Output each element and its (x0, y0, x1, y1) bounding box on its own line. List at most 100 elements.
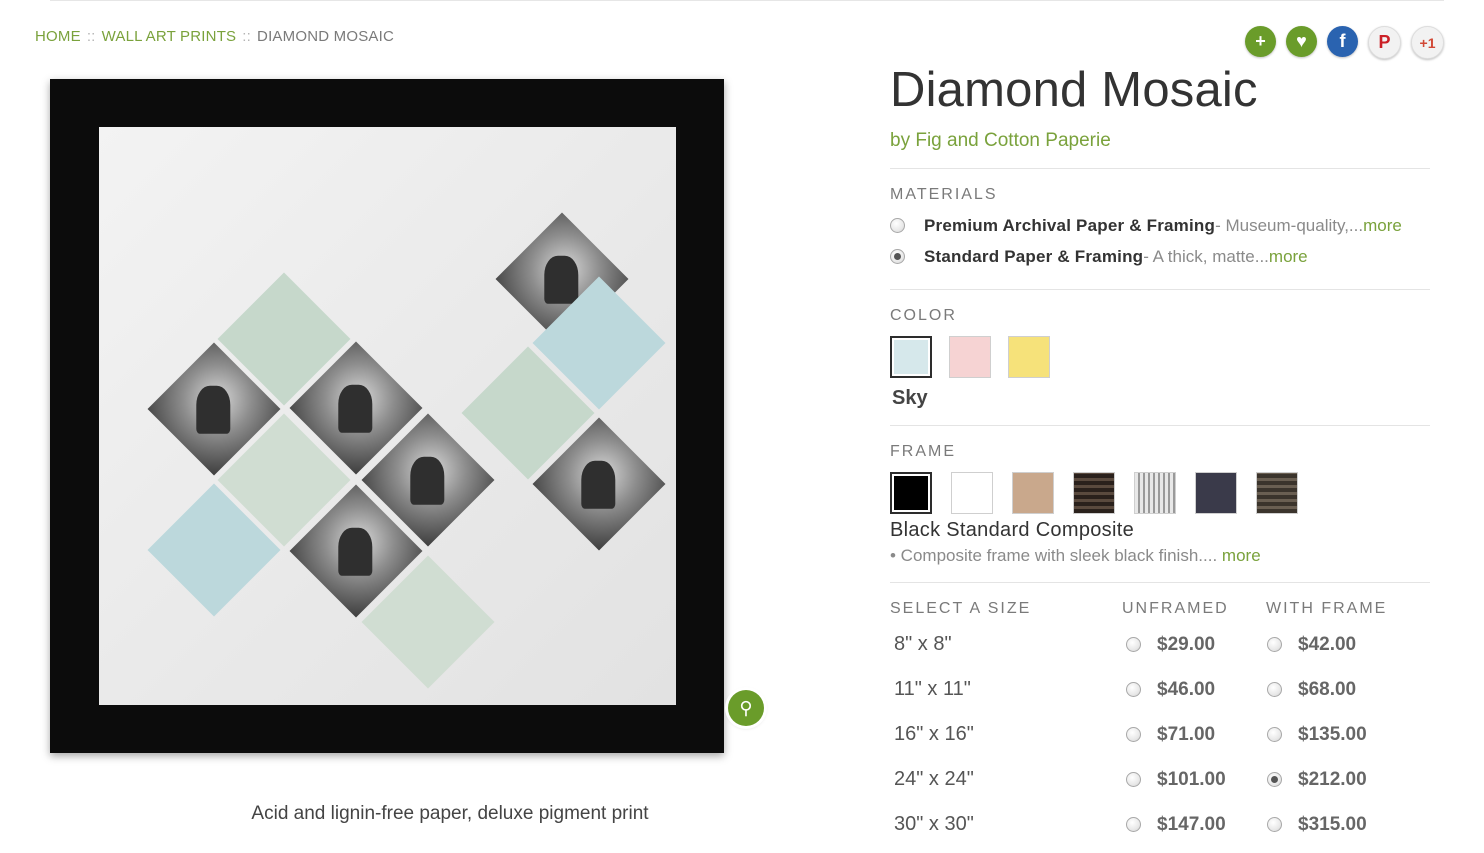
framed-radio[interactable] (1267, 772, 1282, 787)
framed-radio[interactable] (1267, 637, 1282, 652)
heart-icon[interactable]: ♥ (1286, 26, 1317, 57)
frame-swatch-white[interactable] (951, 472, 993, 514)
table-row: 11" x 11" $46.00 $68.00 (890, 667, 1430, 712)
add-icon[interactable]: + (1245, 26, 1276, 57)
facebook-icon[interactable]: f (1327, 26, 1358, 57)
selected-color-name: Sky (892, 387, 928, 409)
framed-price: $42.00 (1298, 633, 1357, 655)
product-artwork (99, 127, 676, 705)
framed-option[interactable]: $315.00 (1263, 814, 1404, 836)
framed-option[interactable]: $68.00 (1263, 679, 1404, 701)
divider (890, 168, 1430, 169)
unframed-column-header: UNFRAMED (1122, 600, 1229, 617)
unframed-radio[interactable] (1126, 727, 1141, 742)
size-label: 30" x 30" (894, 813, 974, 835)
unframed-option[interactable]: $147.00 (1122, 814, 1263, 836)
material-desc: - Museum-quality,... (1215, 215, 1364, 235)
color-swatch-lemon[interactable] (1008, 336, 1050, 378)
frame-swatches (890, 472, 1430, 514)
unframed-price: $71.00 (1157, 723, 1216, 745)
frame-swatch-whitewash[interactable] (1134, 472, 1176, 514)
frame-swatch-black[interactable] (890, 472, 932, 514)
share-bar: + ♥ f P +1 (1245, 26, 1444, 59)
breadcrumb-wall-art-prints[interactable]: WALL ART PRINTS (102, 28, 237, 45)
table-row: 16" x 16" $71.00 $135.00 (890, 712, 1430, 757)
selected-frame-name: Black Standard Composite (890, 519, 1134, 541)
artist-link[interactable]: Fig and Cotton Paperie (915, 130, 1110, 151)
framed-option[interactable]: $42.00 (1263, 634, 1404, 656)
framed-radio[interactable] (1267, 682, 1282, 697)
frame-swatch-driftwood[interactable] (1256, 472, 1298, 514)
frame-desc-text: • Composite frame with sleek black finis… (890, 546, 1218, 565)
unframed-price: $147.00 (1157, 813, 1226, 835)
unframed-price: $101.00 (1157, 768, 1226, 790)
unframed-price: $29.00 (1157, 633, 1216, 655)
divider (890, 425, 1430, 426)
framed-price: $212.00 (1298, 768, 1367, 790)
material-name: Standard Paper & Framing (924, 246, 1144, 266)
table-row: 24" x 24" $101.00 $212.00 (890, 757, 1430, 802)
zoom-icon[interactable]: ⚲ (728, 690, 764, 726)
materials-label: MATERIALS (890, 186, 998, 203)
size-label: 11" x 11" (894, 678, 971, 700)
frame-label: FRAME (890, 443, 956, 460)
frame-swatch-slate[interactable] (1195, 472, 1237, 514)
divider (890, 289, 1430, 290)
color-swatch-sky[interactable] (890, 336, 932, 378)
framed-price: $315.00 (1298, 813, 1367, 835)
color-swatch-blush[interactable] (949, 336, 991, 378)
material-radio-premium[interactable] (890, 218, 905, 233)
framed-price: $135.00 (1298, 723, 1367, 745)
unframed-radio[interactable] (1126, 817, 1141, 832)
framed-option[interactable]: $212.00 (1263, 769, 1404, 791)
breadcrumb-current: DIAMOND MOSAIC (257, 28, 395, 45)
framed-radio[interactable] (1267, 817, 1282, 832)
product-caption: Acid and lignin-free paper, deluxe pigme… (251, 803, 649, 824)
materials-options: Premium Archival Paper & Framing - Museu… (890, 210, 1430, 272)
frame-swatch-walnut[interactable] (1073, 472, 1115, 514)
material-radio-standard[interactable] (890, 249, 905, 264)
color-label: COLOR (890, 307, 957, 324)
unframed-price: $46.00 (1157, 678, 1216, 700)
framed-price: $68.00 (1298, 678, 1357, 700)
table-row: 8" x 8" $29.00 $42.00 (890, 622, 1430, 667)
material-desc: - A thick, matte... (1143, 246, 1269, 266)
table-row: 30" x 30" $147.00 $315.00 (890, 802, 1430, 847)
unframed-radio[interactable] (1126, 772, 1141, 787)
breadcrumb-separator: :: (86, 28, 96, 45)
breadcrumb-home[interactable]: HOME (35, 28, 81, 45)
pinterest-icon[interactable]: P (1368, 26, 1401, 59)
framed-option[interactable]: $135.00 (1263, 724, 1404, 746)
material-option-premium[interactable]: Premium Archival Paper & Framing - Museu… (890, 210, 1430, 241)
divider (890, 582, 1430, 583)
framed-column-header: WITH FRAME (1266, 600, 1388, 617)
product-image-frame[interactable] (50, 79, 724, 753)
breadcrumb: HOME:: WALL ART PRINTS:: DIAMOND MOSAIC (35, 28, 394, 45)
product-options-panel: Diamond Mosaic by Fig and Cotton Paperie… (890, 60, 1430, 847)
frame-description: • Composite frame with sleek black finis… (890, 546, 1430, 566)
material-more-link[interactable]: more (1269, 247, 1308, 267)
material-name: Premium Archival Paper & Framing (924, 215, 1216, 235)
framed-radio[interactable] (1267, 727, 1282, 742)
unframed-option[interactable]: $101.00 (1122, 769, 1263, 791)
breadcrumb-separator: :: (242, 28, 252, 45)
google-plus-icon[interactable]: +1 (1411, 26, 1444, 59)
material-more-link[interactable]: more (1363, 216, 1402, 236)
by-label: by (890, 130, 911, 151)
size-table-header: SELECT A SIZE UNFRAMED WITH FRAME (890, 600, 1430, 618)
size-column-header: SELECT A SIZE (890, 600, 1032, 617)
frame-more-link[interactable]: more (1222, 546, 1261, 565)
unframed-radio[interactable] (1126, 682, 1141, 697)
unframed-option[interactable]: $71.00 (1122, 724, 1263, 746)
unframed-option[interactable]: $46.00 (1122, 679, 1263, 701)
size-label: 16" x 16" (894, 723, 974, 745)
color-swatches (890, 336, 1430, 378)
unframed-radio[interactable] (1126, 637, 1141, 652)
material-option-standard[interactable]: Standard Paper & Framing - A thick, matt… (890, 241, 1430, 272)
unframed-option[interactable]: $29.00 (1122, 634, 1263, 656)
size-price-table: SELECT A SIZE UNFRAMED WITH FRAME 8" x 8… (890, 600, 1430, 847)
top-divider (50, 0, 1444, 1)
size-label: 8" x 8" (894, 633, 952, 655)
artist-line: by Fig and Cotton Paperie (890, 130, 1430, 152)
frame-swatch-natural[interactable] (1012, 472, 1054, 514)
